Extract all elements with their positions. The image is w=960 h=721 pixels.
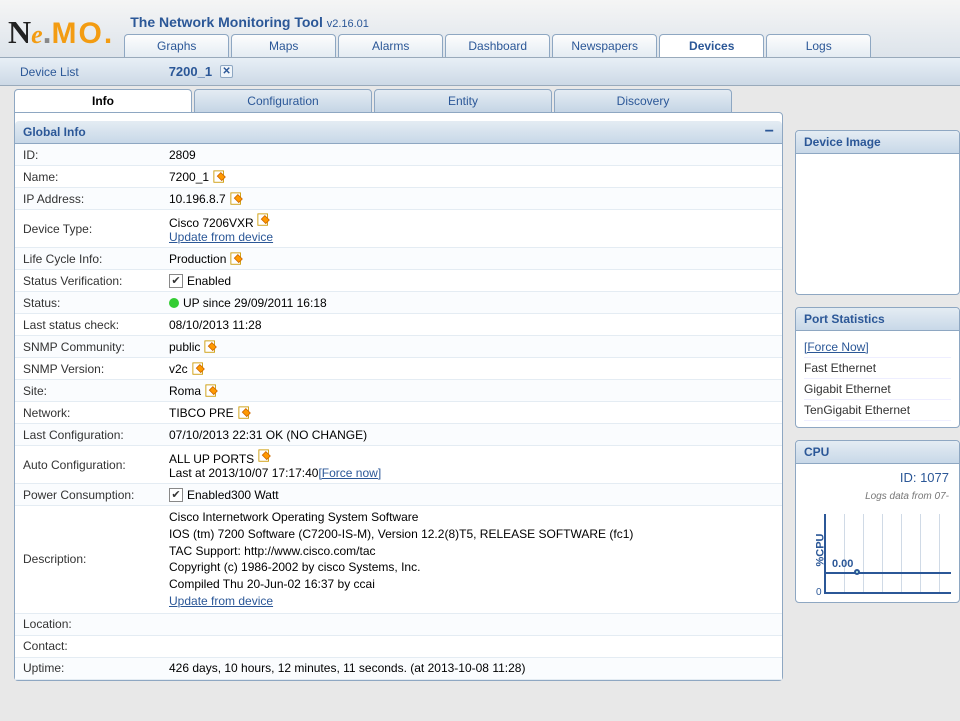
label-lastconf: Last Configuration:	[23, 428, 169, 442]
value-uptime: 426 days, 10 hours, 12 minutes, 11 secon…	[169, 661, 774, 675]
label-location: Location:	[23, 617, 169, 631]
edit-icon[interactable]	[192, 362, 206, 376]
cpu-line	[826, 572, 951, 574]
label-ip: IP Address:	[23, 192, 169, 206]
cpu-zero-tick: 0	[816, 587, 822, 598]
value-laststatus: 08/10/2013 11:28	[169, 318, 774, 332]
logo: Ne.MO.	[8, 14, 112, 57]
label-name: Name:	[23, 170, 169, 184]
tab-graphs[interactable]: Graphs	[124, 34, 229, 57]
value-devtype: Cisco 7206VXR	[169, 216, 254, 230]
cpu-ylabel: %CPU	[815, 533, 827, 566]
tab-newspapers[interactable]: Newspapers	[552, 34, 657, 57]
edit-icon[interactable]	[230, 252, 244, 266]
tab-dashboard[interactable]: Dashboard	[445, 34, 550, 57]
label-lifecycle: Life Cycle Info:	[23, 252, 169, 266]
status-up-icon	[169, 298, 179, 308]
edit-icon[interactable]	[205, 384, 219, 398]
device-image-body	[796, 154, 959, 294]
value-power: Enabled300 Watt	[187, 488, 279, 502]
force-now-link[interactable]: [Force now]	[318, 466, 381, 480]
value-desc3: TAC Support: http://www.cisco.com/tac	[169, 544, 376, 558]
label-snmpver: SNMP Version:	[23, 362, 169, 376]
value-autoconf2: Last at 2013/10/07 17:17:40	[169, 466, 318, 480]
port-tengigabit-ethernet[interactable]: TenGigabit Ethernet	[804, 400, 951, 421]
value-site: Roma	[169, 384, 201, 398]
port-force-now-link[interactable]: [Force Now]	[804, 337, 951, 358]
value-desc4: Copyright (c) 1986-2002 by cisco Systems…	[169, 560, 420, 574]
update-from-device-link[interactable]: Update from device	[169, 594, 273, 608]
device-image-header: Device Image	[804, 135, 881, 149]
value-statusver: Enabled	[187, 274, 231, 288]
edit-icon[interactable]	[230, 192, 244, 206]
label-statusver: Status Verification:	[23, 274, 169, 288]
label-power: Power Consumption:	[23, 488, 169, 502]
tab-devices[interactable]: Devices	[659, 34, 764, 57]
cpu-logs-label: Logs data from 07-	[802, 485, 953, 504]
value-snmpcomm: public	[169, 340, 200, 354]
value-lastconf: 07/10/2013 22:31 OK (NO CHANGE)	[169, 428, 774, 442]
value-desc1: Cisco Internetwork Operating System Soft…	[169, 510, 418, 524]
app-version: v2.16.01	[327, 18, 369, 30]
value-desc5: Compiled Thu 20-Jun-02 16:37 by ccai	[169, 577, 375, 591]
tab-configuration[interactable]: Configuration	[194, 89, 372, 113]
value-lifecycle: Production	[169, 252, 226, 266]
cpu-chart: ID: 1077 Logs data from 07- %CPU 0 0.00	[796, 464, 959, 602]
value-snmpver: v2c	[169, 362, 188, 376]
collapse-icon[interactable]: −	[765, 127, 774, 137]
update-from-device-link[interactable]: Update from device	[169, 230, 273, 244]
edit-icon[interactable]	[238, 406, 252, 420]
main-tabs: Graphs Maps Alarms Dashboard Newspapers …	[124, 34, 952, 57]
port-gigabit-ethernet[interactable]: Gigabit Ethernet	[804, 379, 951, 400]
tab-info[interactable]: Info	[14, 89, 192, 113]
tab-logs[interactable]: Logs	[766, 34, 871, 57]
current-device-tab: 7200_1 ✕	[169, 64, 233, 79]
value-autoconf1: ALL UP PORTS	[169, 452, 254, 466]
tab-maps[interactable]: Maps	[231, 34, 336, 57]
value-desc2: IOS (tm) 7200 Software (C7200-IS-M), Ver…	[169, 527, 633, 541]
global-info-header: Global Info	[23, 125, 86, 139]
label-network: Network:	[23, 406, 169, 420]
tab-entity[interactable]: Entity	[374, 89, 552, 113]
edit-icon[interactable]	[257, 213, 271, 227]
edit-icon[interactable]	[204, 340, 218, 354]
cpu-value-label: 0.00	[832, 558, 853, 570]
tab-discovery[interactable]: Discovery	[554, 89, 732, 113]
value-id: 2809	[169, 148, 774, 162]
label-laststatus: Last status check:	[23, 318, 169, 332]
label-desc: Description:	[23, 552, 169, 566]
edit-icon[interactable]	[258, 449, 272, 463]
cpu-header: CPU	[804, 445, 829, 459]
label-devtype: Device Type:	[23, 222, 169, 236]
label-id: ID:	[23, 148, 169, 162]
value-network: TIBCO PRE	[169, 406, 234, 420]
value-status: UP since 29/09/2011 16:18	[183, 296, 327, 310]
device-list-link[interactable]: Device List	[20, 65, 79, 79]
port-fast-ethernet[interactable]: Fast Ethernet	[804, 358, 951, 379]
close-icon[interactable]: ✕	[220, 65, 233, 78]
power-checkbox[interactable]: ✔	[169, 488, 183, 502]
label-status: Status:	[23, 296, 169, 310]
label-uptime: Uptime:	[23, 661, 169, 675]
current-device-label: 7200_1	[169, 64, 212, 79]
cpu-id-label: ID: 1077	[802, 470, 953, 485]
label-autoconf: Auto Configuration:	[23, 458, 169, 472]
app-title: The Network Monitoring Tool v2.16.01	[124, 10, 952, 34]
app-title-text: The Network Monitoring Tool	[130, 14, 323, 30]
tab-alarms[interactable]: Alarms	[338, 34, 443, 57]
label-contact: Contact:	[23, 639, 169, 653]
value-name: 7200_1	[169, 170, 209, 184]
status-verification-checkbox[interactable]: ✔	[169, 274, 183, 288]
edit-icon[interactable]	[213, 170, 227, 184]
label-snmpcomm: SNMP Community:	[23, 340, 169, 354]
cpu-point	[854, 569, 860, 575]
port-stats-header: Port Statistics	[804, 312, 885, 326]
label-site: Site:	[23, 384, 169, 398]
value-ip: 10.196.8.7	[169, 192, 226, 206]
